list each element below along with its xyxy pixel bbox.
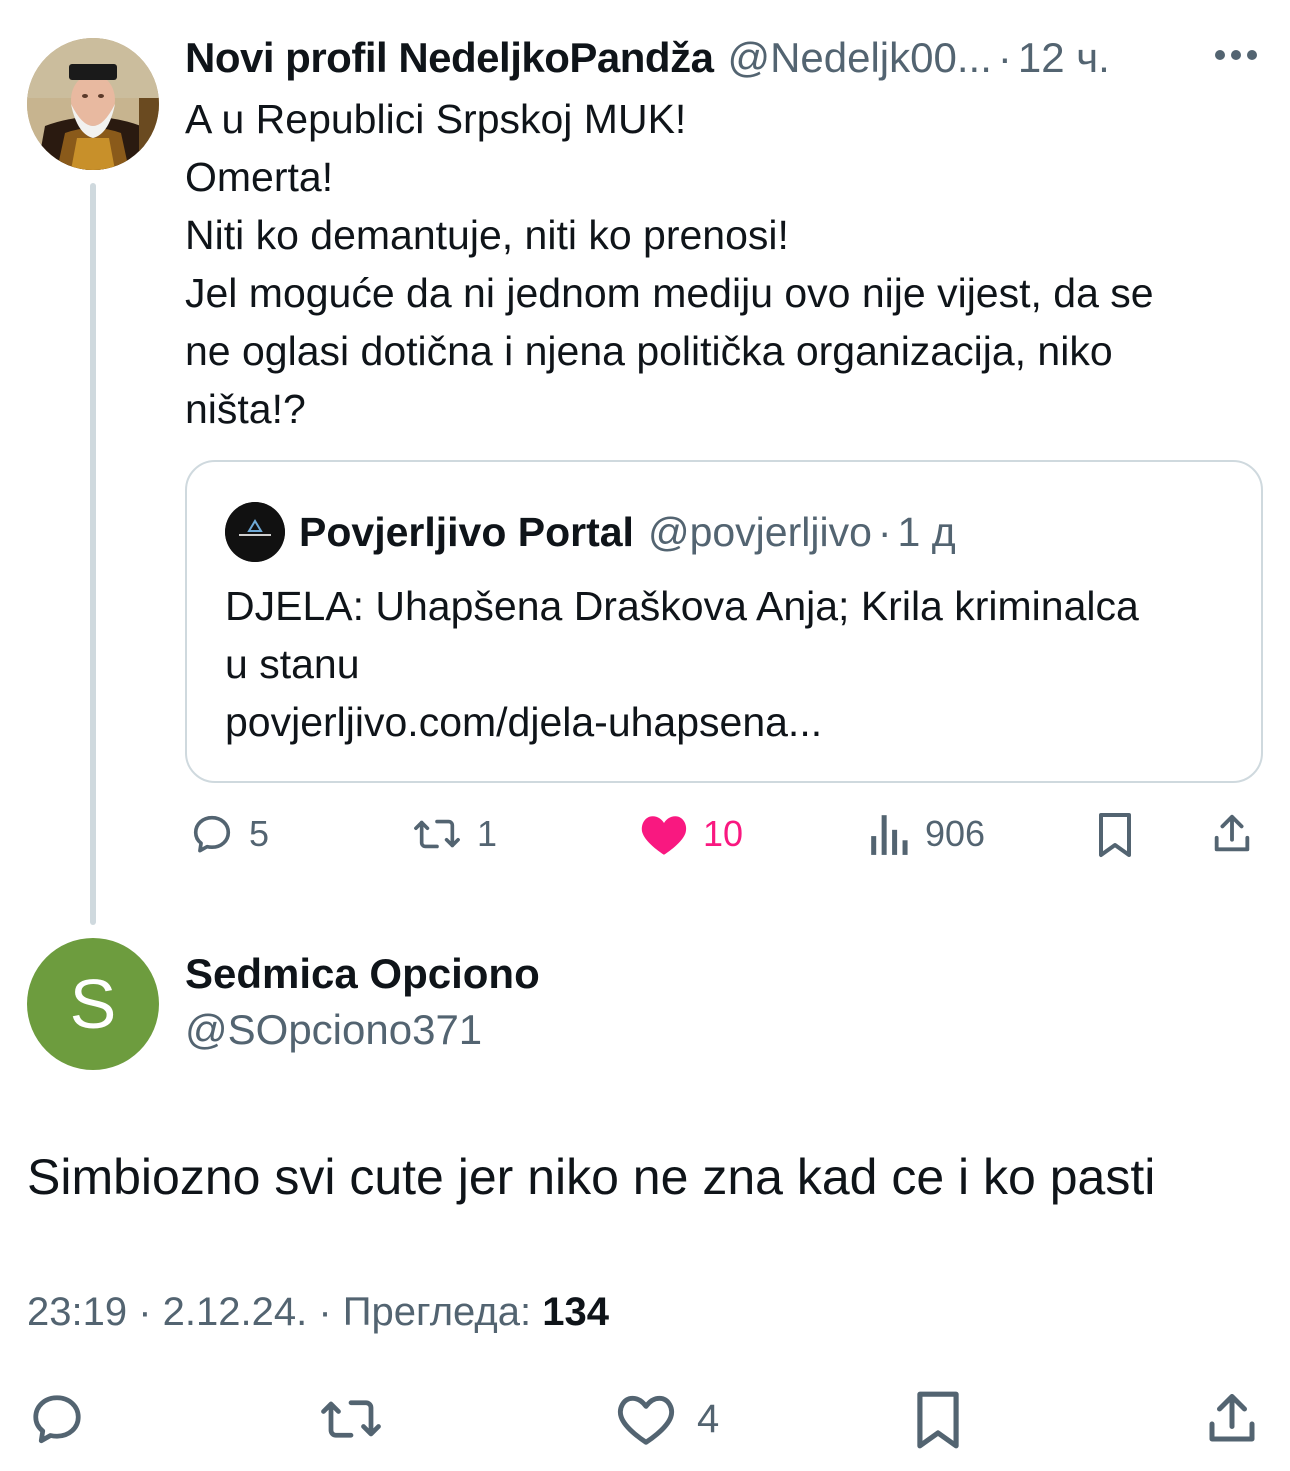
post-text-line: Omerta! — [185, 154, 334, 200]
quoted-text-line: u stanu — [225, 641, 360, 687]
original-post[interactable]: Novi profil NedeljkoPandža @Nedeljk00...… — [185, 30, 1265, 438]
quoted-post-card[interactable]: Povjerljivo Portal @povjerljivo · 1 д DJ… — [185, 460, 1263, 783]
post-action-bar: 5 1 10 906 — [185, 805, 1265, 865]
bookmark-icon — [1099, 813, 1131, 857]
post-text: A u Republici Srpskoj MUK! Omerta! Niti … — [185, 90, 1265, 438]
portrait-image — [27, 38, 159, 170]
like-button[interactable]: 10 — [639, 811, 743, 857]
portal-logo-icon — [225, 502, 285, 562]
share-icon — [1214, 814, 1250, 852]
quoted-text-line: DJELA: Uhapšena Draškova Anja; Krila kri… — [225, 583, 1139, 629]
more-options-icon[interactable] — [1215, 50, 1257, 60]
timestamp-and-views-label[interactable]: 23:19 · 2.12.24. · Прегледа: — [27, 1290, 542, 1334]
reply-icon — [193, 815, 231, 853]
avatar-letter: S — [69, 965, 117, 1043]
post-time[interactable]: 12 ч. — [1018, 34, 1110, 82]
post-text-line: Niti ko demantuje, niti ko prenosi! — [185, 212, 789, 258]
bookmark-icon — [917, 1391, 959, 1449]
author-avatar[interactable] — [27, 38, 159, 170]
like-count: 10 — [703, 813, 744, 854]
views-count: 906 — [925, 813, 986, 854]
post-text-line: ništa!? — [185, 386, 306, 432]
separator-dot: · — [877, 508, 892, 555]
separator-dot: · — [997, 34, 1012, 81]
quoted-post-text: DJELA: Uhapšena Draškova Anja; Krila kri… — [225, 577, 1139, 751]
bookmark-button[interactable] — [912, 1389, 964, 1451]
author-name[interactable]: Novi profil NedeljkoPandža — [185, 34, 714, 82]
bookmark-button[interactable] — [1095, 811, 1135, 859]
reply-author-handle[interactable]: @SOpciono371 — [185, 1006, 482, 1054]
quoted-post-header: Povjerljivo Portal @povjerljivo · 1 д — [225, 502, 956, 562]
reply-metadata: 23:19 · 2.12.24. · Прегледа: 134 — [27, 1290, 609, 1335]
reply-views-count: 134 — [542, 1290, 609, 1334]
share-button[interactable] — [1202, 1389, 1262, 1449]
reply-action-bar: 4 — [0, 1385, 1290, 1455]
reply-count: 5 — [249, 813, 270, 854]
reply-icon — [33, 1395, 81, 1444]
quoted-author-handle[interactable]: @povjerljivo — [648, 509, 872, 556]
post-text-line: A u Republici Srpskoj MUK! — [185, 96, 687, 142]
reply-text: Simbiozno svi cute jer niko ne zna kad c… — [27, 1149, 1156, 1205]
like-button[interactable]: 4 — [615, 1389, 719, 1449]
views-button[interactable]: 906 — [869, 811, 985, 857]
post-header: Novi profil NedeljkoPandža @Nedeljk00...… — [185, 30, 1265, 86]
author-handle[interactable]: @Nedeljk00... — [727, 34, 991, 82]
repost-button[interactable] — [316, 1389, 386, 1449]
thread-connector-line — [90, 183, 96, 925]
repost-icon — [321, 1400, 381, 1438]
reply-button[interactable]: 5 — [189, 811, 269, 857]
reply-author-avatar[interactable]: S — [27, 938, 159, 1070]
like-count: 4 — [697, 1396, 720, 1441]
repost-icon — [414, 819, 460, 849]
quoted-author-avatar[interactable] — [225, 502, 285, 562]
quoted-post-time: 1 д — [897, 508, 956, 555]
reply-button[interactable] — [27, 1389, 87, 1449]
repost-count: 1 — [477, 813, 498, 854]
heart-filled-icon — [641, 816, 687, 855]
heart-outline-icon — [618, 1395, 674, 1445]
share-button[interactable] — [1209, 811, 1255, 857]
post-text-line: ne oglasi dotična i njena politička orga… — [185, 328, 1113, 374]
share-icon — [1209, 1394, 1255, 1442]
repost-button[interactable]: 1 — [411, 811, 497, 857]
views-chart-icon — [871, 815, 908, 855]
quoted-author-name[interactable]: Povjerljivo Portal — [299, 509, 634, 556]
reply-author-name[interactable]: Sedmica Opciono — [185, 950, 540, 998]
post-text-line: Jel moguće da ni jednom mediju ovo nije … — [185, 270, 1154, 316]
quoted-link[interactable]: povjerljivo.com/djela-uhapsena... — [225, 693, 1139, 751]
